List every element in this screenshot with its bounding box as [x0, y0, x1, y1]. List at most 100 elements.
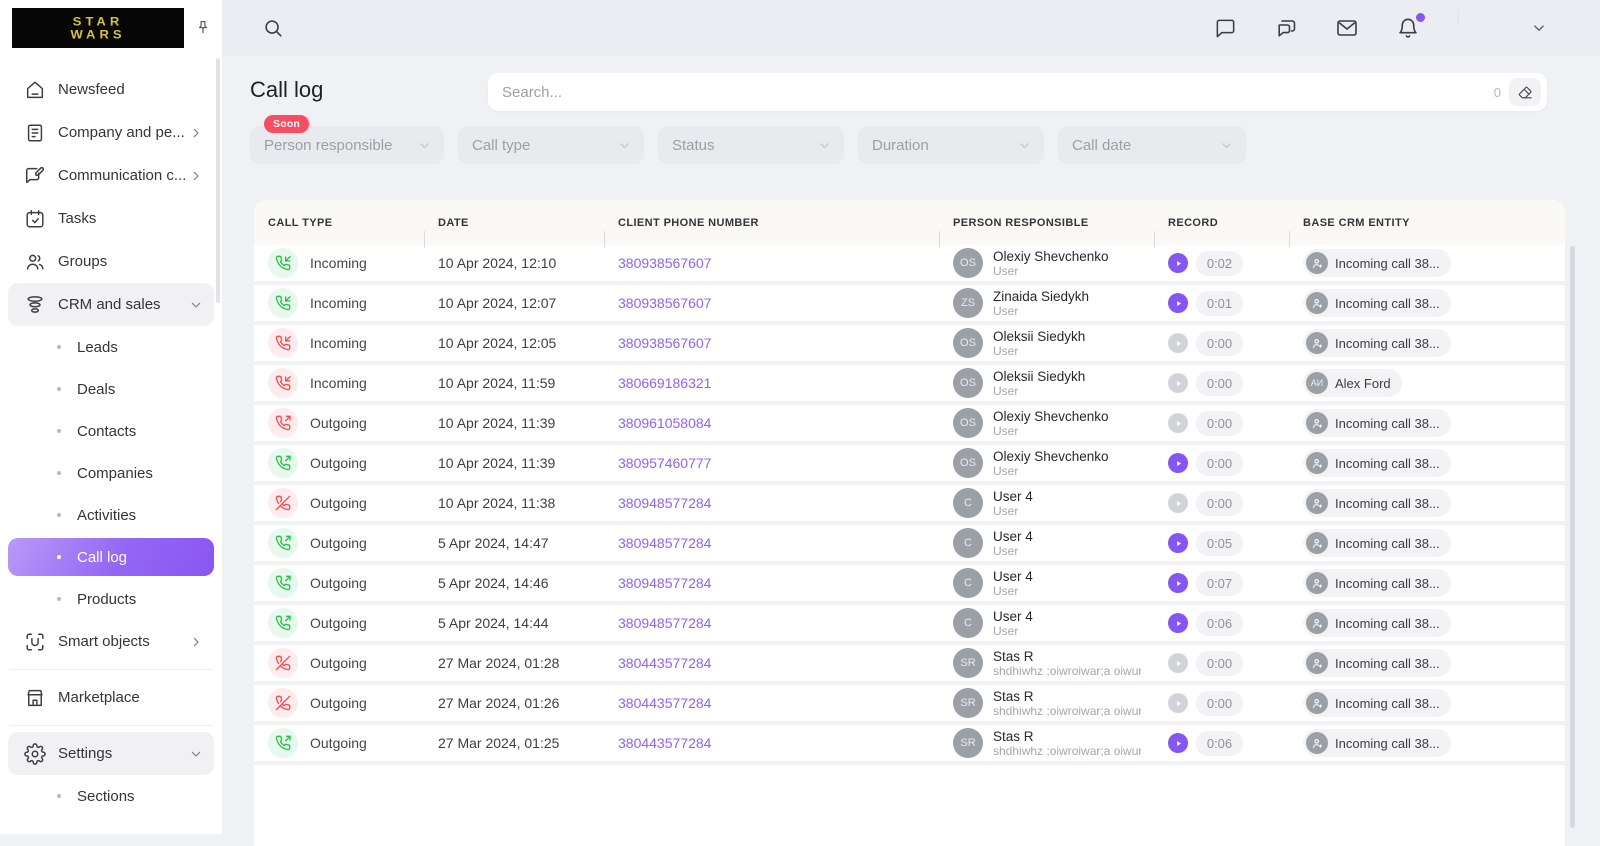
person-responsible[interactable]: OS Oleksii Siedykh User — [953, 328, 1085, 358]
client-phone-link[interactable]: 380948577284 — [618, 575, 711, 591]
person-responsible[interactable]: C User 4 User — [953, 568, 1033, 598]
base-crm-entity-chip[interactable]: Incoming call 38... — [1303, 649, 1451, 677]
person-responsible[interactable]: C User 4 User — [953, 488, 1033, 518]
table-row[interactable]: Outgoing 10 Apr 2024, 11:39 380961058084… — [254, 405, 1565, 445]
base-crm-entity-chip[interactable]: Incoming call 38... — [1303, 329, 1451, 357]
record-play-button[interactable] — [1168, 333, 1188, 353]
chat-icon[interactable] — [1214, 17, 1237, 40]
sidebar-item-companies[interactable]: Companies — [8, 452, 214, 494]
table-row[interactable]: Outgoing 27 Mar 2024, 01:28 380443577284… — [254, 645, 1565, 685]
sidebar-item-communication-channels[interactable]: Communication c... — [8, 154, 214, 197]
filter-duration[interactable]: Duration — [858, 126, 1044, 164]
base-crm-entity-chip[interactable]: Incoming call 38... — [1303, 729, 1451, 757]
person-responsible[interactable]: OS Olexiy Shevchenko User — [953, 448, 1109, 478]
filter-call-type[interactable]: Call type — [458, 126, 644, 164]
table-row[interactable]: Incoming 10 Apr 2024, 12:07 380938567607… — [254, 285, 1565, 325]
workspace-logo[interactable]: STAR WARS — [12, 8, 184, 48]
base-crm-entity-chip[interactable]: Incoming call 38... — [1303, 409, 1451, 437]
record-play-button[interactable] — [1168, 613, 1188, 633]
sidebar-item-crm-and-sales[interactable]: CRM and sales — [8, 283, 214, 326]
base-crm-entity-chip[interactable]: Incoming call 38... — [1303, 569, 1451, 597]
table-row[interactable]: Outgoing 5 Apr 2024, 14:47 380948577284 … — [254, 525, 1565, 565]
clear-search-button[interactable] — [1509, 78, 1541, 106]
person-responsible[interactable]: OS Olexiy Shevchenko User — [953, 248, 1109, 278]
filter-status[interactable]: Status — [658, 126, 844, 164]
client-phone-link[interactable]: 380938567607 — [618, 295, 711, 311]
person-responsible[interactable]: OS Olexiy Shevchenko User — [953, 408, 1109, 438]
filter-call-date[interactable]: Call date — [1058, 126, 1246, 164]
record-play-button[interactable] — [1168, 453, 1188, 473]
user-avatar[interactable] — [1457, 10, 1493, 46]
person-responsible[interactable]: ZS Zinaida Siedykh User — [953, 288, 1089, 318]
table-row[interactable]: Outgoing 5 Apr 2024, 14:46 380948577284 … — [254, 565, 1565, 605]
person-responsible[interactable]: C User 4 User — [953, 528, 1033, 558]
client-phone-link[interactable]: 380443577284 — [618, 735, 711, 751]
table-row[interactable]: Outgoing 10 Apr 2024, 11:38 380948577284… — [254, 485, 1565, 525]
notifications-bell-icon[interactable] — [1396, 16, 1420, 40]
base-crm-entity-chip[interactable]: Incoming call 38... — [1303, 689, 1451, 717]
table-scrollbar[interactable] — [1570, 246, 1575, 828]
client-phone-link[interactable]: 380948577284 — [618, 535, 711, 551]
sidebar-item-sections[interactable]: Sections — [8, 775, 214, 817]
base-crm-entity-chip[interactable]: Incoming call 38... — [1303, 609, 1451, 637]
record-play-button[interactable] — [1168, 573, 1188, 593]
sidebar-item-groups[interactable]: Groups — [8, 240, 214, 283]
base-crm-entity-chip[interactable]: Incoming call 38... — [1303, 249, 1451, 277]
client-phone-link[interactable]: 380957460777 — [618, 455, 711, 471]
record-play-button[interactable] — [1168, 693, 1188, 713]
pin-sidebar-icon[interactable] — [194, 19, 212, 37]
person-responsible[interactable]: OS Oleksii Siedykh User — [953, 368, 1085, 398]
sidebar-item-company-and-people[interactable]: Company and pe... — [8, 111, 214, 154]
base-crm-entity-chip[interactable]: Incoming call 38... — [1303, 529, 1451, 557]
sidebar-item-leads[interactable]: Leads — [8, 326, 214, 368]
client-phone-link[interactable]: 380938567607 — [618, 255, 711, 271]
search-input[interactable] — [502, 84, 1494, 101]
person-responsible[interactable]: SR Stas R shdhiwhz ;oiwroiwar;a oiwurowa — [953, 648, 1141, 678]
table-row[interactable]: Outgoing 27 Mar 2024, 01:26 380443577284… — [254, 685, 1565, 725]
sidebar-item-tasks[interactable]: Tasks — [8, 197, 214, 240]
client-phone-link[interactable]: 380961058084 — [618, 415, 711, 431]
sidebar-item-smart-objects[interactable]: Smart objects — [8, 620, 214, 663]
record-play-button[interactable] — [1168, 373, 1188, 393]
base-crm-entity-chip[interactable]: AИ Alex Ford — [1303, 369, 1402, 397]
sidebar-scrollbar[interactable] — [216, 58, 220, 303]
client-phone-link[interactable]: 380938567607 — [618, 335, 711, 351]
sidebar-item-products[interactable]: Products — [8, 578, 214, 620]
sidebar-item-marketplace[interactable]: Marketplace — [8, 676, 214, 719]
mail-icon[interactable] — [1335, 16, 1359, 40]
base-crm-entity-chip[interactable]: Incoming call 38... — [1303, 449, 1451, 477]
table-row[interactable]: Incoming 10 Apr 2024, 12:10 380938567607… — [254, 245, 1565, 285]
record-play-button[interactable] — [1168, 293, 1188, 313]
record-play-button[interactable] — [1168, 493, 1188, 513]
group-chat-icon[interactable] — [1274, 16, 1298, 40]
client-phone-link[interactable]: 380443577284 — [618, 655, 711, 671]
table-row[interactable]: Outgoing 27 Mar 2024, 01:25 380443577284… — [254, 725, 1565, 765]
person-responsible[interactable]: C User 4 User — [953, 608, 1033, 638]
table-row[interactable]: Incoming 10 Apr 2024, 12:05 380938567607… — [254, 325, 1565, 365]
person-responsible[interactable]: SR Stas R shdhiwhz ;oiwroiwar;a oiwurowa — [953, 688, 1141, 718]
profile-chevron-down-icon[interactable] — [1530, 19, 1548, 37]
person-responsible[interactable]: SR Stas R shdhiwhz ;oiwroiwar;a oiwurowa — [953, 728, 1141, 758]
client-phone-link[interactable]: 380948577284 — [618, 615, 711, 631]
sidebar-item-call-log[interactable]: Call log — [8, 538, 214, 576]
sidebar-item-newsfeed[interactable]: Newsfeed — [8, 68, 214, 111]
sidebar-item-contacts[interactable]: Contacts — [8, 410, 214, 452]
filter-person-responsible[interactable]: Soon Person responsible — [250, 126, 444, 164]
sidebar-item-deals[interactable]: Deals — [8, 368, 214, 410]
base-crm-entity-chip[interactable]: Incoming call 38... — [1303, 289, 1451, 317]
sidebar-item-activities[interactable]: Activities — [8, 494, 214, 536]
table-row[interactable]: Outgoing 5 Apr 2024, 14:44 380948577284 … — [254, 605, 1565, 645]
base-crm-entity-chip[interactable]: Incoming call 38... — [1303, 489, 1451, 517]
record-play-button[interactable] — [1168, 653, 1188, 673]
sidebar-item-settings[interactable]: Settings — [8, 732, 214, 775]
client-phone-link[interactable]: 380443577284 — [618, 695, 711, 711]
client-phone-link[interactable]: 380948577284 — [618, 495, 711, 511]
record-play-button[interactable] — [1168, 733, 1188, 753]
table-row[interactable]: Outgoing 10 Apr 2024, 11:39 380957460777… — [254, 445, 1565, 485]
table-row[interactable]: Incoming 10 Apr 2024, 11:59 380669186321… — [254, 365, 1565, 405]
record-play-button[interactable] — [1168, 533, 1188, 553]
record-play-button[interactable] — [1168, 253, 1188, 273]
client-phone-link[interactable]: 380669186321 — [618, 375, 711, 391]
search-icon[interactable] — [262, 17, 284, 39]
record-play-button[interactable] — [1168, 413, 1188, 433]
